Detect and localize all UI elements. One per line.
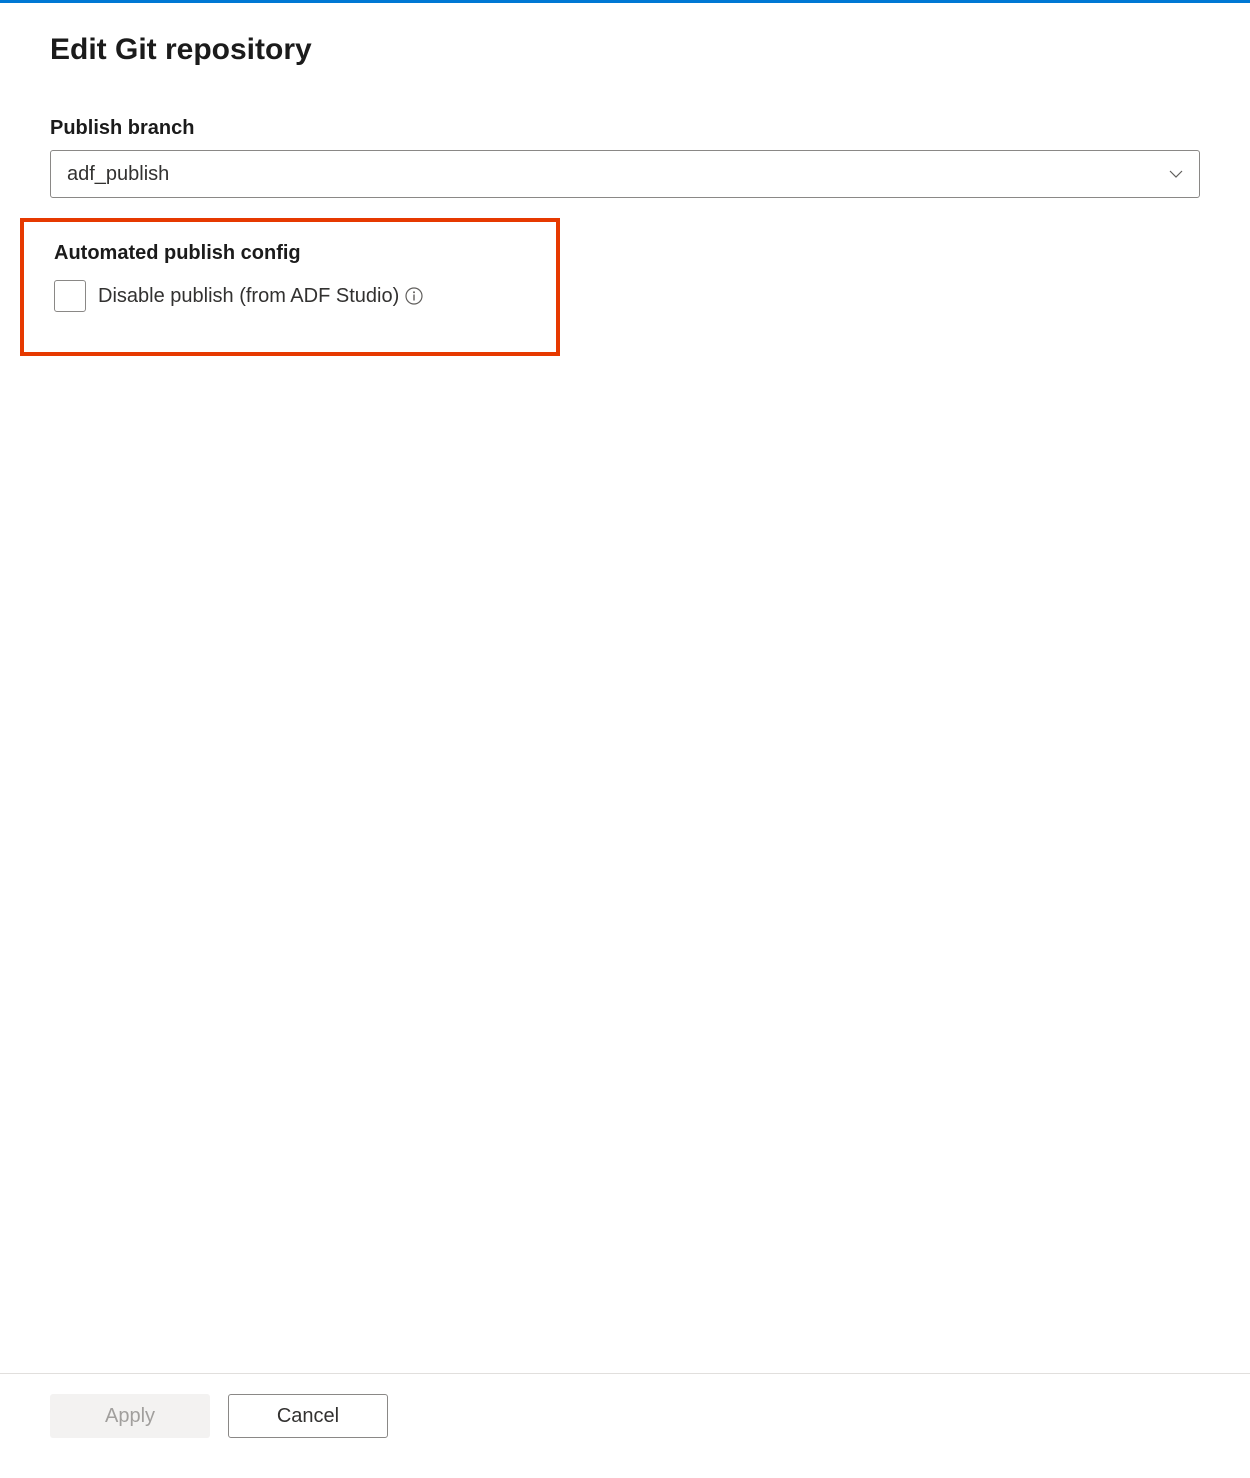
page-title: Edit Git repository [50, 33, 1200, 67]
info-icon[interactable] [405, 287, 423, 305]
publish-branch-label: Publish branch [50, 117, 1200, 140]
cancel-button[interactable]: Cancel [228, 1394, 388, 1438]
disable-publish-label: Disable publish (from ADF Studio) [98, 285, 423, 308]
automated-publish-highlight: Automated publish config Disable publish… [20, 218, 560, 356]
publish-branch-dropdown[interactable]: adf_publish [50, 150, 1200, 198]
publish-branch-value: adf_publish [67, 163, 169, 186]
chevron-down-icon [1169, 167, 1183, 181]
disable-publish-label-text: Disable publish (from ADF Studio) [98, 285, 399, 308]
automated-publish-label: Automated publish config [34, 242, 546, 265]
disable-publish-row: Disable publish (from ADF Studio) [34, 280, 546, 312]
apply-button: Apply [50, 1394, 210, 1438]
footer: Apply Cancel [0, 1373, 1250, 1438]
disable-publish-checkbox[interactable] [54, 280, 86, 312]
publish-branch-field: Publish branch adf_publish [50, 117, 1200, 198]
